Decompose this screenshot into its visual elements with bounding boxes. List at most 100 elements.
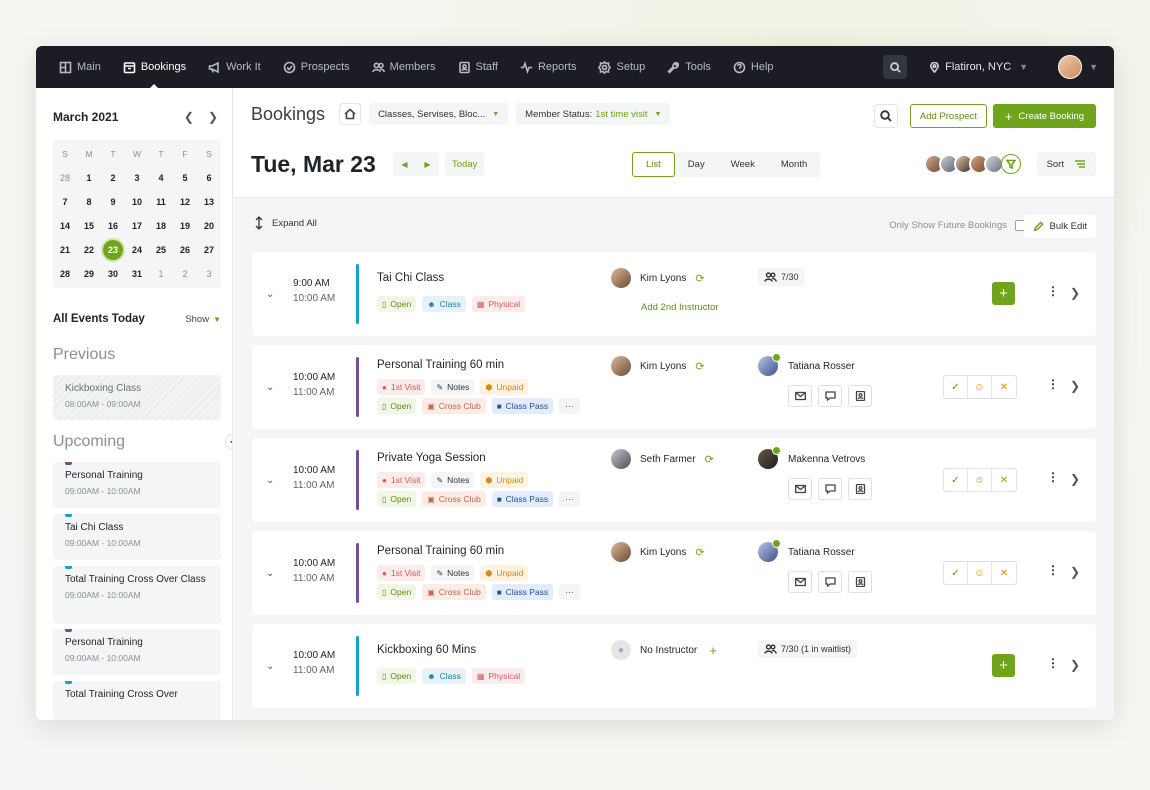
event-item-upcoming[interactable]: Total Training Cross Over Class 09:00AM … bbox=[53, 566, 221, 624]
message-button[interactable] bbox=[818, 385, 842, 407]
calendar-day[interactable]: 28 bbox=[53, 269, 77, 279]
chevron-down-icon[interactable]: ⌄ bbox=[266, 661, 274, 672]
tag-phys[interactable]: ▦ Physical bbox=[471, 668, 526, 684]
plus-icon[interactable]: + bbox=[709, 643, 717, 658]
event-item-upcoming[interactable]: Tai Chi Class 09:00AM - 10:00AM bbox=[53, 514, 221, 560]
calendar-day[interactable]: 18 bbox=[149, 221, 173, 231]
more-options-icon[interactable]: ⋮ bbox=[1047, 378, 1059, 390]
calendar-day[interactable]: 16 bbox=[101, 221, 125, 231]
bulk-edit-button[interactable]: Bulk Edit bbox=[1023, 215, 1096, 238]
tag-cross[interactable]: ▣ Cross Club bbox=[422, 584, 486, 600]
calendar-day[interactable]: 21 bbox=[53, 245, 77, 255]
chevron-right-icon[interactable]: ❯ bbox=[1070, 286, 1080, 300]
calendar-day[interactable]: 10 bbox=[125, 197, 149, 207]
booking-card[interactable]: ⌄ 10:00 AM 11:00 AM Personal Training 60… bbox=[252, 531, 1096, 615]
nav-item-setup[interactable]: Setup bbox=[587, 46, 656, 88]
calendar-day[interactable]: 26 bbox=[173, 245, 197, 255]
add-second-instructor-link[interactable]: Add 2nd Instructor bbox=[641, 302, 719, 313]
cancel-booking-button[interactable]: ✕ bbox=[992, 562, 1016, 584]
calendar-day[interactable]: 15 bbox=[77, 221, 101, 231]
tag-cross[interactable]: ▣ Cross Club bbox=[422, 491, 486, 507]
tag-visit[interactable]: ● 1st Visit bbox=[377, 565, 426, 581]
tag-more[interactable]: ··· bbox=[559, 491, 580, 507]
calendar-day[interactable]: 3 bbox=[197, 269, 221, 279]
profile-button[interactable] bbox=[848, 478, 872, 500]
search-button[interactable] bbox=[873, 104, 898, 128]
calendar-day[interactable]: 2 bbox=[173, 269, 197, 279]
more-options-icon[interactable]: ⋮ bbox=[1047, 564, 1059, 576]
member[interactable]: Tatiana Rosser bbox=[758, 353, 855, 376]
calendar-day[interactable]: 24 bbox=[125, 245, 149, 255]
chevron-left-icon[interactable]: ❮ bbox=[184, 110, 194, 124]
chevron-right-icon[interactable]: ❯ bbox=[1070, 658, 1080, 672]
profile-button[interactable] bbox=[848, 385, 872, 407]
tag-pass[interactable]: ■ Class Pass bbox=[491, 398, 554, 414]
tag-open[interactable]: ▯ Open bbox=[377, 296, 417, 312]
calendar-day[interactable]: 1 bbox=[149, 269, 173, 279]
calendar-day[interactable]: 8 bbox=[77, 197, 101, 207]
tag-notes[interactable]: ✎ Notes bbox=[431, 565, 475, 581]
tag-unpaid[interactable]: ⬢ Unpaid bbox=[480, 379, 529, 395]
tag-class[interactable]: ☻ Class bbox=[422, 668, 466, 684]
tab-week[interactable]: Week bbox=[718, 152, 768, 177]
profile-button[interactable] bbox=[848, 571, 872, 593]
calendar-day[interactable]: 17 bbox=[125, 221, 149, 231]
calendar-day[interactable]: 5 bbox=[173, 173, 197, 183]
calendar-day-today[interactable]: 23 bbox=[103, 240, 123, 260]
chevron-down-icon[interactable]: ⌄ bbox=[266, 568, 274, 579]
check-in-button[interactable]: ✓ bbox=[944, 469, 968, 491]
events-show-toggle[interactable]: Show ▼ bbox=[185, 314, 221, 325]
chevron-right-icon[interactable]: ❯ bbox=[1070, 379, 1080, 393]
filter-button[interactable] bbox=[1001, 154, 1021, 174]
tag-cross[interactable]: ▣ Cross Club bbox=[422, 398, 486, 414]
message-button[interactable] bbox=[818, 478, 842, 500]
collapse-sidebar-button[interactable]: ◀ bbox=[225, 434, 232, 450]
tag-phys[interactable]: ▦ Physical bbox=[471, 296, 526, 312]
email-button[interactable] bbox=[788, 478, 812, 500]
calendar-day[interactable]: 28 bbox=[53, 173, 77, 183]
add-booking-button[interactable]: + bbox=[992, 282, 1015, 305]
tag-open[interactable]: ▯ Open bbox=[377, 491, 417, 507]
instructor[interactable]: Kim Lyons ⟳ bbox=[611, 268, 705, 288]
booking-card[interactable]: ⌄ 10:00 AM 11:00 AM Personal Training 60… bbox=[252, 345, 1096, 429]
booking-card[interactable]: ⌄ 10:00 AM 11:00 AM Kickboxing 60 Mins ▯… bbox=[252, 624, 1096, 708]
chevron-down-icon[interactable]: ⌄ bbox=[266, 289, 274, 300]
calendar-day[interactable]: 9 bbox=[101, 197, 125, 207]
calendar-day[interactable]: 25 bbox=[149, 245, 173, 255]
message-button[interactable] bbox=[818, 571, 842, 593]
tag-pass[interactable]: ■ Class Pass bbox=[491, 584, 554, 600]
tag-open[interactable]: ▯ Open bbox=[377, 398, 417, 414]
nav-item-help[interactable]: Help bbox=[722, 46, 785, 88]
event-item-upcoming[interactable]: Personal Training 09:00AM - 10:00AM bbox=[53, 629, 221, 675]
event-item-upcoming[interactable]: Total Training Cross Over bbox=[53, 681, 221, 720]
calendar-day[interactable]: 30 bbox=[101, 269, 125, 279]
email-button[interactable] bbox=[788, 571, 812, 593]
chevron-right-icon[interactable]: ❯ bbox=[208, 110, 218, 124]
future-only-toggle[interactable]: Only Show Future Bookings bbox=[889, 220, 1026, 231]
location-selector[interactable]: Flatiron, NYC ▼ bbox=[929, 61, 1028, 73]
nav-item-members[interactable]: Members bbox=[361, 46, 447, 88]
check-in-button[interactable]: ✓ bbox=[944, 376, 968, 398]
tag-more[interactable]: ··· bbox=[559, 584, 580, 600]
tab-list[interactable]: List bbox=[632, 152, 675, 177]
check-in-button[interactable]: ✓ bbox=[944, 562, 968, 584]
today-button[interactable]: Today bbox=[445, 152, 485, 176]
nav-item-bookings[interactable]: Bookings bbox=[112, 46, 197, 89]
calendar-day[interactable]: 29 bbox=[77, 269, 101, 279]
prev-day-icon[interactable]: ◀ bbox=[401, 160, 407, 169]
member-status-dropdown[interactable]: Member Status: 1st time visit ▼ bbox=[516, 103, 671, 125]
booking-card[interactable]: ⌄ 10:00 AM 11:00 AM Private Yoga Session… bbox=[252, 438, 1096, 522]
calendar-day[interactable]: 7 bbox=[53, 197, 77, 207]
calendar-day[interactable]: 13 bbox=[197, 197, 221, 207]
tag-open[interactable]: ▯ Open bbox=[377, 584, 417, 600]
assign-button[interactable]: ☺ bbox=[968, 562, 992, 584]
tab-month[interactable]: Month bbox=[768, 152, 820, 177]
next-day-icon[interactable]: ▶ bbox=[424, 160, 430, 169]
chevron-right-icon[interactable]: ❯ bbox=[1070, 565, 1080, 579]
booking-card[interactable]: ⌄ 9:00 AM 10:00 AM Tai Chi Class ▯ Open ☻ C… bbox=[252, 252, 1096, 336]
expand-all-button[interactable]: Expand All bbox=[254, 216, 317, 230]
instructor[interactable]: Kim Lyons ⟳ bbox=[611, 542, 705, 562]
calendar-day[interactable]: 4 bbox=[149, 173, 173, 183]
tag-pass[interactable]: ■ Class Pass bbox=[491, 491, 554, 507]
member[interactable]: Makenna Vetrovs bbox=[758, 446, 865, 469]
